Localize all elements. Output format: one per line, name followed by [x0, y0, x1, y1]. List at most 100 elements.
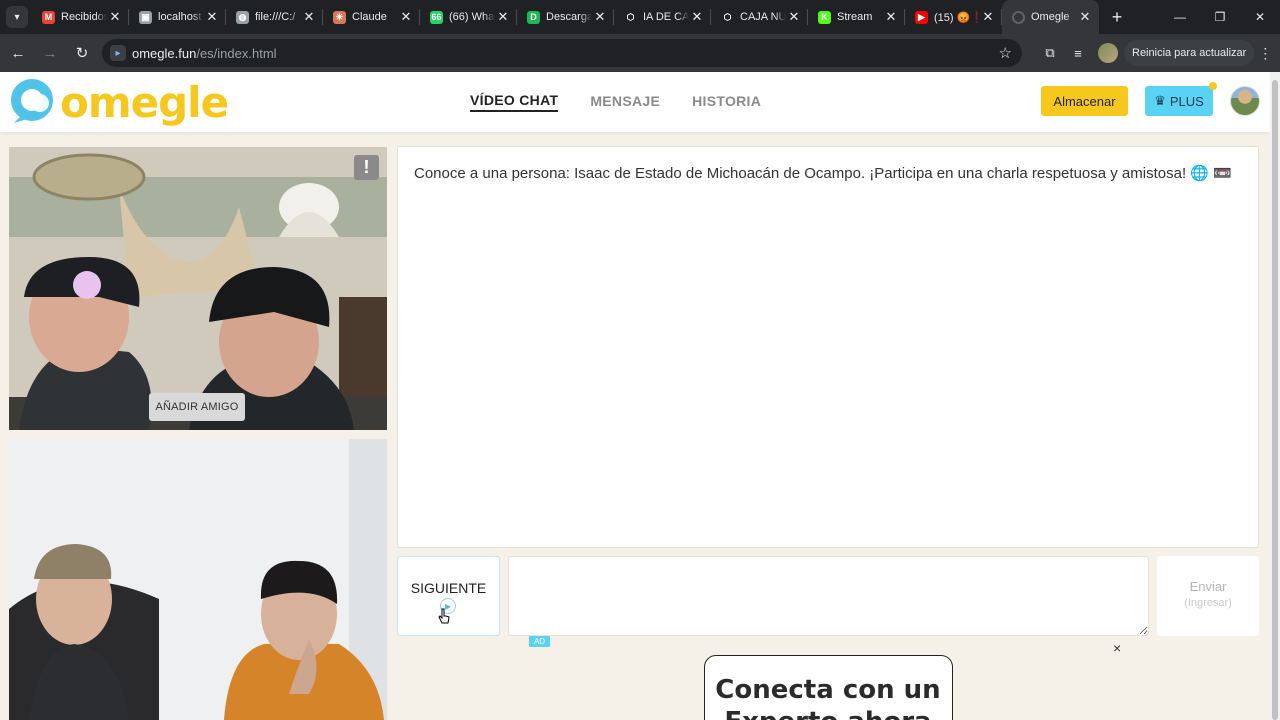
browser-tab[interactable]: ⬡ CAJA NUEVA✕ [711, 0, 808, 34]
add-friend-button[interactable]: AÑADIR AMIGO [149, 393, 245, 421]
self-video-feed [9, 439, 387, 720]
ad-badge: AD [529, 636, 550, 647]
tab-close-icon[interactable]: ✕ [689, 9, 705, 25]
profile-icon[interactable] [1098, 43, 1118, 63]
stranger-video [9, 147, 387, 430]
update-button[interactable]: Reinicia para actualizar [1124, 40, 1255, 66]
openai-icon: ⬡ [624, 10, 637, 24]
omegle-logo-icon [11, 79, 53, 123]
address-bar[interactable]: ▸ omegle.fun/es/index.html ☆ [102, 39, 1022, 67]
image-icon: ▣ [139, 10, 152, 24]
tab-close-icon[interactable]: ✕ [1077, 9, 1093, 25]
tab-title: Recibidos [61, 11, 107, 23]
minimize-icon[interactable]: — [1160, 0, 1200, 34]
tab-close-icon[interactable]: ✕ [980, 9, 996, 25]
extensions-puzzle-icon[interactable]: ⧉ [1036, 39, 1064, 67]
tab-title: Descargas [546, 11, 592, 23]
plus-button[interactable]: ♛ PLUS [1145, 82, 1217, 116]
tab-title: (15) 😡❗ [934, 11, 980, 24]
reload-icon[interactable]: ↻ [68, 39, 96, 67]
tab-title: (66) WhatsApp [449, 11, 495, 23]
ad-card[interactable]: Conecta con un Experto ahora [704, 655, 953, 720]
tab-title: Claude [352, 11, 387, 23]
browser-tab[interactable]: K Stream ✕ [808, 0, 905, 34]
tab-title: IA DE CAJA [643, 11, 689, 23]
site-header: omegle VÍDEO CHAT MENSAJE HISTORIA Almac… [0, 72, 1270, 132]
send-button[interactable]: Enviar (Ingresar) [1157, 556, 1259, 636]
browser-tab[interactable]: Omegle ✕ [1002, 0, 1099, 34]
tab-title: Stream [837, 11, 873, 23]
url-path: /es/index.html [196, 45, 277, 61]
url-text[interactable]: omegle.fun/es/index.html [132, 46, 277, 61]
logo-text: omegle [60, 77, 229, 127]
message-input[interactable] [508, 556, 1149, 636]
ad-headline: Conecta con un Experto ahora [715, 675, 941, 720]
forward-arrow-icon[interactable]: → [36, 39, 64, 67]
chat-log: Conoce a una persona: Isaac de Estado de… [397, 146, 1259, 548]
globe-icon: ◍ [236, 10, 249, 24]
browser-tab[interactable]: ⬡ IA DE CAJA✕ [614, 0, 711, 34]
nav-message[interactable]: MENSAJE [590, 93, 660, 111]
toolbar-actions: ⧉ ≡ Reinicia para actualizar ⋮ [1036, 34, 1274, 72]
nav-video-chat[interactable]: VÍDEO CHAT [470, 92, 559, 112]
tab-close-icon[interactable]: ✕ [592, 9, 608, 25]
send-hint: (Ingresar) [1184, 597, 1232, 609]
tab-title: CAJA NUEVA [740, 11, 786, 23]
browser-tab[interactable]: D Descargas✕ [517, 0, 614, 34]
browser-tab[interactable]: ✳ Claude ✕ [323, 0, 420, 34]
new-tab-button[interactable]: + [1105, 5, 1129, 29]
self-video [9, 439, 387, 720]
hand-cursor-icon [438, 608, 450, 624]
browser-tab[interactable]: ◍ file:///C:/ ✕ [226, 0, 323, 34]
notification-dot [1209, 82, 1217, 90]
ad-close-icon[interactable]: × [1113, 640, 1121, 656]
browser-tab[interactable]: M Recibidos ✕ [32, 0, 129, 34]
whatsapp-icon: 66 [430, 10, 443, 24]
browser-toolbar: ← → ↻ ▸ omegle.fun/es/index.html ☆ ⧉ ≡ R… [0, 34, 1280, 72]
crown-icon: ♛ [1154, 93, 1166, 108]
url-host: omegle.fun [132, 45, 197, 61]
tab-search-chevron-icon[interactable]: ▾ [6, 6, 28, 28]
tab-close-icon[interactable]: ✕ [786, 9, 802, 25]
d-icon: D [527, 10, 540, 24]
user-avatar[interactable] [1230, 86, 1260, 116]
tab-list: M Recibidos ✕ ▣ localhost ✕ ◍ file:///C:/✕ ✳ Clau… [32, 0, 1099, 34]
tab-close-icon[interactable]: ✕ [398, 9, 414, 25]
media-queue-icon[interactable]: ≡ [1064, 39, 1092, 67]
tab-close-icon[interactable]: ✕ [107, 9, 123, 25]
browser-tab[interactable]: ▣ localhost ✕ [129, 0, 226, 34]
browser-tab-strip: ▾ M Recibidos ✕ ▣ localhost ✕ ◍ file:///C:/✕ ✳ Cl… [0, 0, 1280, 34]
bookmark-star-icon[interactable]: ☆ [999, 44, 1012, 62]
restore-icon[interactable]: ❐ [1200, 0, 1240, 34]
menu-kebab-icon[interactable]: ⋮ [1256, 45, 1274, 62]
tab-title: Omegle [1031, 11, 1070, 23]
loading-icon [1012, 10, 1025, 24]
close-window-icon[interactable]: ✕ [1240, 0, 1280, 34]
browser-tab[interactable]: 66 (66) WhatsApp✕ [420, 0, 517, 34]
site-info-icon[interactable]: ▸ [110, 45, 126, 61]
report-button[interactable]: ! [354, 155, 379, 180]
openai-icon: ⬡ [721, 10, 734, 24]
omegle-logo[interactable]: omegle [8, 76, 229, 128]
stranger-video-feed [9, 147, 387, 430]
page-scrollbar[interactable] [1270, 72, 1280, 720]
scrollbar-thumb[interactable] [1272, 80, 1278, 720]
plus-label: PLUS [1169, 93, 1204, 109]
back-arrow-icon[interactable]: ← [4, 39, 32, 67]
nav-history[interactable]: HISTORIA [692, 93, 761, 111]
kick-icon: K [818, 10, 831, 24]
store-button[interactable]: Almacenar [1041, 86, 1128, 116]
tab-close-icon[interactable]: ✕ [883, 9, 899, 25]
send-label: Enviar [1189, 579, 1227, 594]
tab-close-icon[interactable]: ✕ [495, 9, 511, 25]
browser-tab[interactable]: ▶ (15) 😡❗ ✕ [905, 0, 1002, 34]
window-controls: — ❐ ✕ [1160, 0, 1280, 34]
tab-title: file:///C:/ [255, 11, 296, 23]
gmail-icon: M [42, 10, 55, 24]
tab-close-icon[interactable]: ✕ [301, 9, 317, 25]
next-label: SIGUIENTE [410, 580, 487, 596]
system-message: Conoce a una persona: Isaac de Estado de… [414, 165, 1232, 182]
tab-close-icon[interactable]: ✕ [204, 9, 220, 25]
claude-icon: ✳ [333, 10, 346, 24]
main-nav: VÍDEO CHAT MENSAJE HISTORIA [470, 72, 761, 132]
